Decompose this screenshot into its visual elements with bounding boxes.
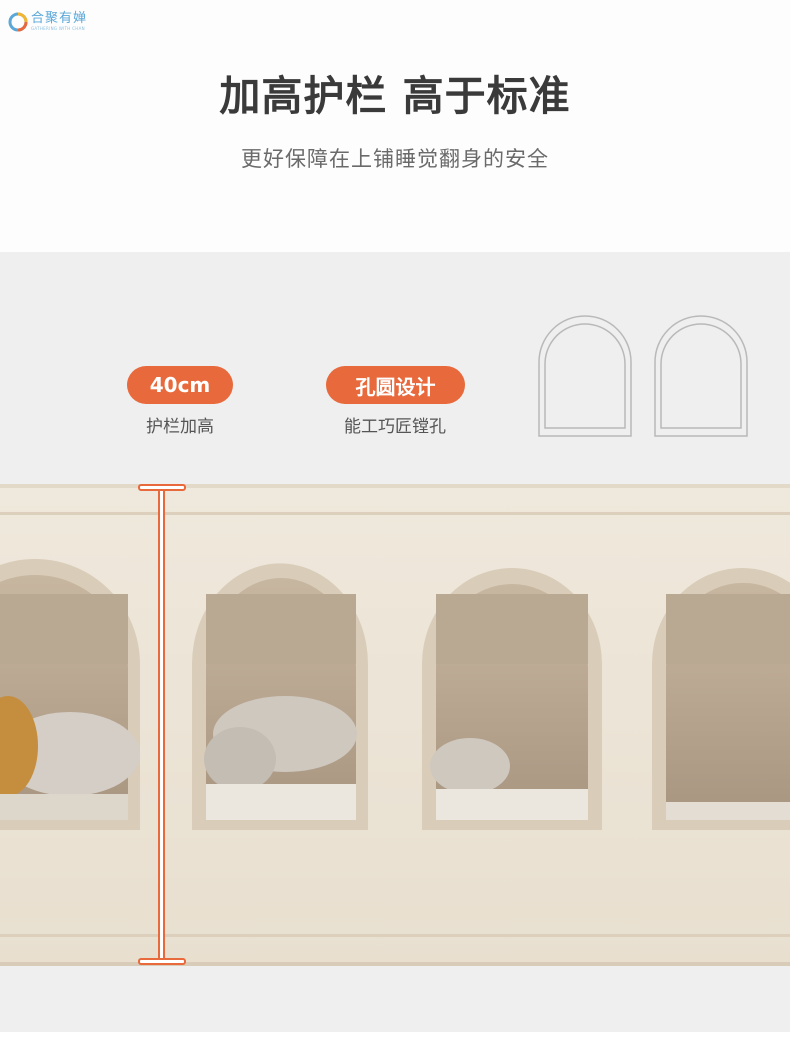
brand-tagline: GATHERING WITH CHAN bbox=[31, 26, 85, 31]
arch-design-badge: 孔圆设计 bbox=[326, 366, 465, 404]
height-feature-text: 护栏加高 bbox=[146, 417, 214, 437]
page-title: 加高护栏 高于标准 bbox=[219, 72, 571, 120]
bottom-band bbox=[0, 966, 790, 1032]
arch-opening bbox=[192, 563, 368, 830]
bed-guardrail-photo bbox=[0, 484, 790, 966]
brand-name: 合聚有婵 bbox=[31, 11, 88, 26]
arch-opening bbox=[0, 559, 140, 830]
height-badge: 40cm bbox=[127, 366, 233, 404]
arch-feature-text: 能工巧匠镗孔 bbox=[344, 417, 446, 437]
arch-opening bbox=[652, 568, 790, 830]
brand-logo-icon bbox=[8, 12, 28, 32]
brand-logo: 合聚有婵 GATHERING WITH CHAN bbox=[8, 12, 87, 32]
arch-outline-icon bbox=[538, 315, 632, 437]
footer-strip bbox=[0, 1032, 790, 1041]
arch-outline-icon bbox=[654, 315, 748, 437]
header-section: 合聚有婵 GATHERING WITH CHAN 加高护栏 高于标准 更好保障在… bbox=[0, 0, 790, 252]
feature-section: 40cm 护栏加高 孔圆设计 能工巧匠镗孔 bbox=[0, 252, 790, 487]
guardrail-illustration bbox=[0, 484, 790, 966]
arch-opening bbox=[422, 568, 602, 830]
page-subtitle: 更好保障在上铺睡觉翻身的安全 bbox=[241, 147, 549, 171]
